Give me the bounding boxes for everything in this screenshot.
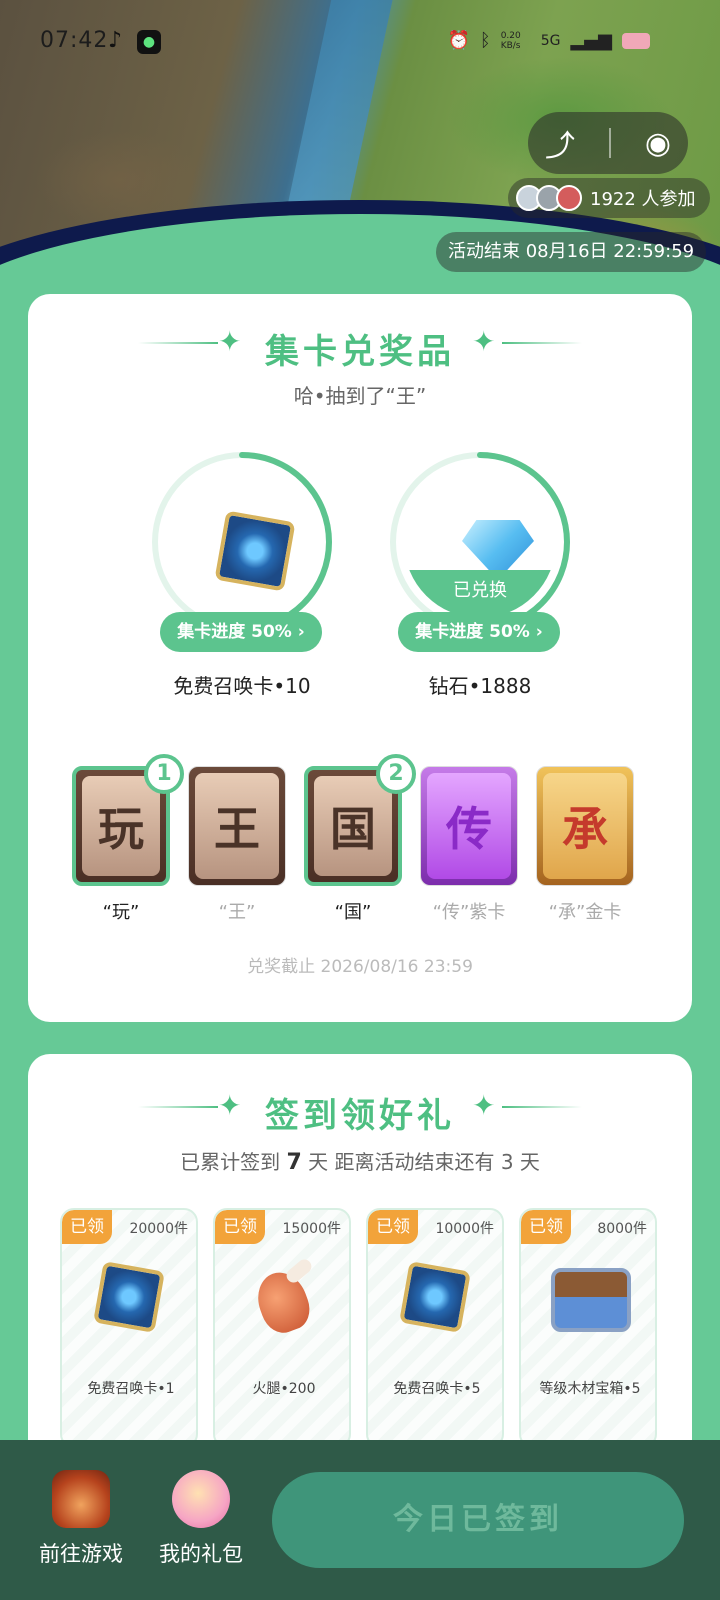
gift-stock: 15000件 bbox=[282, 1221, 341, 1237]
redeem-deadline: 兑奖截止 2026/08/16 23:59 bbox=[247, 957, 473, 977]
card-face: 王 bbox=[195, 773, 279, 879]
gift-stock: 20000件 bbox=[129, 1221, 188, 1237]
sparkle-icon: ✦ bbox=[472, 325, 496, 358]
signin-gift-item[interactable]: 已领 10000件 免费召唤卡•5 bbox=[366, 1208, 504, 1448]
system-icons: ⏰ ᛒ 0.20 KB/s 5G ▂▄▆ bbox=[447, 30, 650, 51]
claimed-tag: 已领 bbox=[215, 1210, 265, 1244]
card-frame: 王 bbox=[188, 766, 286, 886]
share-icon[interactable]: ⤴ bbox=[545, 121, 575, 165]
gift-stock: 8000件 bbox=[597, 1221, 647, 1237]
app-notification-icon: ● bbox=[137, 30, 161, 54]
treasure-chest-icon bbox=[551, 1268, 631, 1332]
progress-button[interactable]: 集卡进度 50% › bbox=[398, 612, 560, 652]
status-time: 07:42 bbox=[40, 28, 109, 53]
miniapp-capsule: ⤴ ◉ bbox=[528, 112, 688, 174]
go-game-label: 前往游戏 bbox=[39, 1542, 123, 1566]
my-gifts-label: 我的礼包 bbox=[159, 1542, 243, 1566]
sparkle-icon: ✦ bbox=[472, 1089, 496, 1122]
card-label: “承”金卡 bbox=[548, 902, 622, 923]
gift-name: 免费召唤卡•1 bbox=[87, 1381, 175, 1397]
card-frame: 承 bbox=[536, 766, 634, 886]
participants-count: 1922 人参加 bbox=[590, 189, 696, 210]
signin-gift-list: 已领 20000件 免费召唤卡•1 已领 15000件 火腿•200 已领 10… bbox=[60, 1208, 660, 1448]
card-tile[interactable]: 玩 1 “玩” bbox=[72, 754, 184, 924]
collect-subtitle: 哈•抽到了“王” bbox=[293, 384, 427, 408]
card-frame: 传 bbox=[420, 766, 518, 886]
card-count-badge: 2 bbox=[376, 754, 416, 794]
gift-name: 等级木材宝箱•5 bbox=[539, 1381, 641, 1397]
prize-name: 免费召唤卡•10 bbox=[173, 674, 311, 698]
capsule-divider bbox=[608, 128, 611, 158]
signin-days: 7 bbox=[286, 1150, 302, 1175]
summon-card-icon bbox=[93, 1261, 165, 1333]
card-face: 传 bbox=[427, 773, 511, 879]
card-label: “玩” bbox=[102, 902, 140, 923]
game-icon bbox=[52, 1470, 110, 1528]
collect-title: 集卡兑奖品 bbox=[265, 332, 455, 372]
gift-name: 火腿•200 bbox=[252, 1381, 316, 1397]
title-divider-right bbox=[502, 1106, 582, 1108]
signin-gift-item[interactable]: 已领 20000件 免费召唤卡•1 bbox=[60, 1208, 198, 1448]
ham-bone bbox=[283, 1256, 315, 1286]
network-type: 5G bbox=[540, 32, 561, 49]
prize-item[interactable]: 集卡进度 50% › 免费召唤卡•10 bbox=[152, 452, 332, 702]
prize-name: 钻石•1888 bbox=[428, 674, 532, 698]
alarm-icon: ⏰ bbox=[447, 30, 470, 51]
progress-button[interactable]: 集卡进度 50% › bbox=[160, 612, 322, 652]
card-label: “传”紫卡 bbox=[432, 902, 506, 923]
activity-end-time: 活动结束 08月16日 22:59:59 bbox=[436, 232, 707, 272]
card-label: “国” bbox=[334, 902, 372, 923]
participants-badge: 1922 人参加 bbox=[508, 178, 710, 218]
card-count-badge: 1 bbox=[144, 754, 184, 794]
card-face: 承 bbox=[543, 773, 627, 879]
avatar bbox=[556, 185, 582, 211]
summon-card-icon bbox=[399, 1261, 471, 1333]
tiktok-icon: ♪ bbox=[108, 28, 123, 53]
signin-title: 签到领好礼 bbox=[265, 1096, 455, 1136]
gift-pack-icon bbox=[172, 1470, 230, 1528]
card-label: “王” bbox=[218, 902, 256, 923]
status-bar: 07:42 ♪ ● ⏰ ᛒ 0.20 KB/s 5G ▂▄▆ bbox=[0, 0, 720, 80]
bottom-action-bar: 前往游戏 我的礼包 今日已签到 bbox=[0, 1440, 720, 1600]
title-divider-right bbox=[502, 342, 582, 344]
card-tile[interactable]: 承 “承”金卡 bbox=[536, 766, 634, 924]
summon-card-icon bbox=[214, 510, 296, 592]
signed-today-button[interactable]: 今日已签到 bbox=[272, 1472, 684, 1568]
battery-icon bbox=[622, 32, 650, 49]
prize-image: 已兑换 bbox=[404, 466, 556, 618]
close-target-icon[interactable]: ◉ bbox=[645, 126, 671, 161]
network-speed: 0.20 KB/s bbox=[500, 30, 521, 51]
card-face: 玩 bbox=[82, 776, 160, 876]
bluetooth-icon: ᛒ bbox=[479, 30, 491, 51]
card-tile[interactable]: 王 “王” bbox=[188, 766, 286, 924]
gift-name: 免费召唤卡•5 bbox=[393, 1381, 481, 1397]
collect-cards-panel: ✦ 集卡兑奖品 ✦ 哈•抽到了“王” 集卡进度 50% › 免费召唤卡•10 已… bbox=[28, 294, 692, 1022]
card-face: 国 bbox=[314, 776, 392, 876]
card-collection: 玩 1 “玩” 王 “王” 国 2 “国” 传 “传”紫卡 承 “承”金卡 bbox=[72, 754, 652, 926]
card-tile[interactable]: 传 “传”紫卡 bbox=[420, 766, 518, 924]
card-tile[interactable]: 国 2 “国” bbox=[304, 754, 416, 924]
signin-gift-item[interactable]: 已领 15000件 火腿•200 bbox=[213, 1208, 351, 1448]
my-gifts-button[interactable]: 我的礼包 bbox=[146, 1470, 256, 1568]
prize-item[interactable]: 已兑换 集卡进度 50% › 钻石•1888 bbox=[390, 452, 570, 702]
redeemed-label: 已兑换 bbox=[404, 570, 556, 618]
prize-image bbox=[166, 466, 318, 618]
claimed-tag: 已领 bbox=[368, 1210, 418, 1244]
signin-gift-item[interactable]: 已领 8000件 等级木材宝箱•5 bbox=[519, 1208, 657, 1448]
signin-subtitle: 已累计签到 7 天 距离活动结束还有 3 天 bbox=[180, 1150, 540, 1175]
gift-stock: 10000件 bbox=[435, 1221, 494, 1237]
claimed-tag: 已领 bbox=[521, 1210, 571, 1244]
signal-icon: ▂▄▆ bbox=[570, 30, 612, 51]
go-game-button[interactable]: 前往游戏 bbox=[26, 1470, 136, 1568]
claimed-tag: 已领 bbox=[62, 1210, 112, 1244]
ham-icon bbox=[250, 1265, 316, 1339]
